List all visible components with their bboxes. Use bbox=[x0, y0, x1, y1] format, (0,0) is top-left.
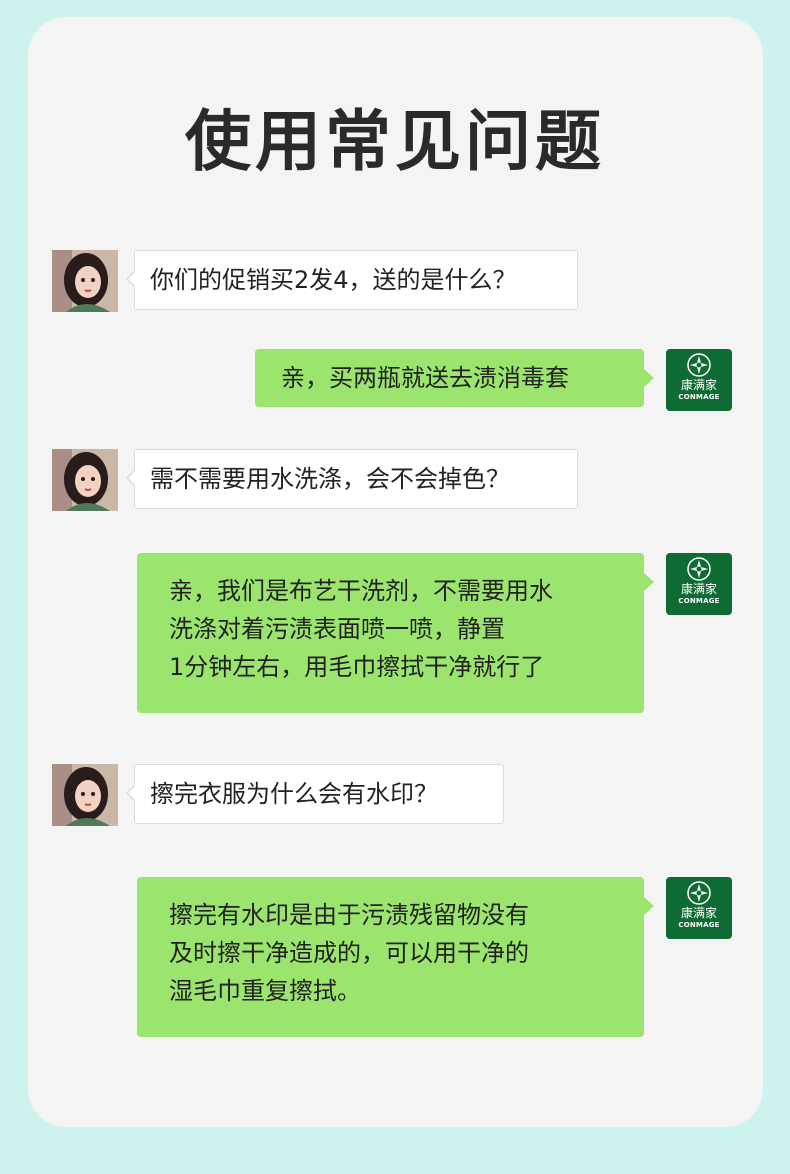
logo-text-cn: 康满家 bbox=[680, 378, 717, 392]
brand-logo: 康满家 CONMAGE bbox=[666, 553, 732, 615]
customer-avatar bbox=[52, 250, 118, 312]
customer-avatar bbox=[52, 449, 118, 511]
answer-bubble: 亲，买两瓶就送去渍消毒套 bbox=[255, 349, 654, 407]
answer-bubble: 亲，我们是布艺干洗剂，不需要用水 洗涤对着污渍表面喷一喷，静置 1分钟左右，用毛… bbox=[137, 553, 654, 713]
message-text: 亲，我们是布艺干洗剂，不需要用水 bbox=[169, 577, 553, 605]
customer-avatar bbox=[52, 764, 118, 826]
message-text: 擦完衣服为什么会有水印？ bbox=[150, 780, 438, 808]
message-text: 亲，买两瓶就送去渍消毒套 bbox=[281, 364, 569, 392]
logo-text-cn: 康满家 bbox=[680, 906, 717, 920]
brand-emblem-icon bbox=[687, 557, 711, 581]
message-text: 湿毛巾重复擦拭。 bbox=[169, 977, 361, 1005]
brand-logo: 康满家 CONMAGE bbox=[666, 349, 732, 411]
logo-text-en: CONMAGE bbox=[678, 393, 720, 401]
message-text: 需不需要用水洗涤，会不会掉色？ bbox=[150, 465, 510, 493]
message-text: 你们的促销买2发4，送的是什么？ bbox=[150, 266, 517, 294]
brand-emblem-icon bbox=[687, 353, 711, 377]
answer-bubble: 擦完有水印是由于污渍残留物没有 及时擦干净造成的，可以用干净的 湿毛巾重复擦拭。 bbox=[137, 877, 654, 1037]
question-bubble: 需不需要用水洗涤，会不会掉色？ bbox=[126, 449, 578, 509]
message-text: 擦完有水印是由于污渍残留物没有 bbox=[169, 901, 529, 929]
question-bubble: 擦完衣服为什么会有水印？ bbox=[126, 764, 504, 824]
logo-text-en: CONMAGE bbox=[678, 597, 720, 605]
logo-text-cn: 康满家 bbox=[680, 582, 717, 596]
page-title: 使用常见问题 bbox=[185, 103, 605, 180]
logo-text-en: CONMAGE bbox=[678, 921, 720, 929]
message-text: 1分钟左右，用毛巾擦拭干净就行了 bbox=[169, 653, 545, 681]
message-text: 及时擦干净造成的，可以用干净的 bbox=[169, 939, 529, 967]
brand-emblem-icon bbox=[687, 881, 711, 905]
message-text: 洗涤对着污渍表面喷一喷，静置 bbox=[169, 615, 505, 643]
brand-logo: 康满家 CONMAGE bbox=[666, 877, 732, 939]
question-bubble: 你们的促销买2发4，送的是什么？ bbox=[126, 250, 578, 310]
